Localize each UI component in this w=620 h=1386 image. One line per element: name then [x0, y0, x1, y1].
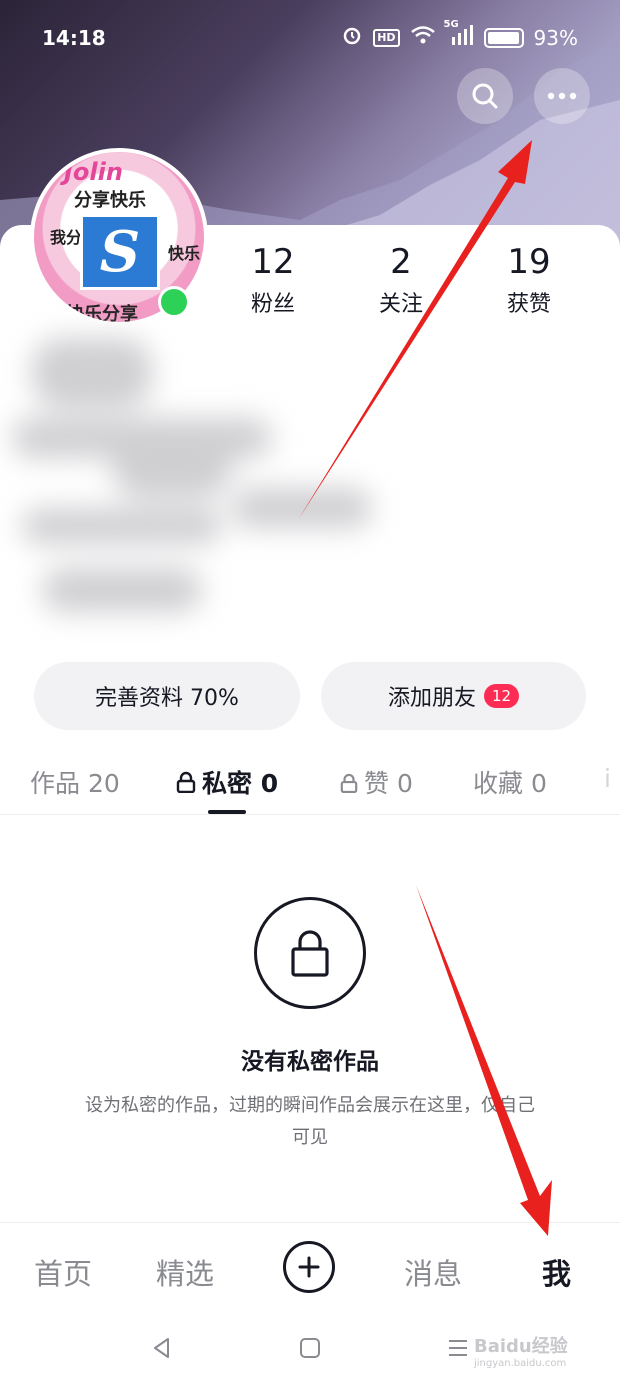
- complete-profile-label: 完善资料 70%: [95, 686, 239, 711]
- following-label: 关注: [378, 292, 423, 317]
- tab-liked[interactable]: 赞 0: [340, 764, 413, 800]
- add-friends-button[interactable]: 添加朋友 12: [321, 662, 586, 730]
- hd-icon: HD: [373, 28, 400, 47]
- followers-count: 12: [251, 242, 295, 282]
- avatar-text-left: 我分: [50, 228, 83, 247]
- avatar-text-top: 分享快乐: [74, 190, 146, 211]
- wifi-icon: [410, 25, 436, 50]
- likes-count: 19: [507, 242, 551, 282]
- watermark-brand: Baidu经验: [474, 1336, 568, 1357]
- following-count: 2: [390, 242, 412, 282]
- watermark-url: jingyan.baidu.com: [474, 1358, 567, 1369]
- likes-label: 获赞: [506, 292, 551, 317]
- search-icon: [472, 83, 498, 109]
- battery-icon: [483, 27, 524, 48]
- status-bar: 14:18 HD 5G 93%: [0, 19, 620, 54]
- followers-label: 粉丝: [250, 292, 295, 317]
- tab-private[interactable]: 私密 0: [176, 764, 278, 800]
- lock-icon: [176, 771, 196, 794]
- status-time: 14:18: [42, 26, 106, 50]
- tab-works-label: 作品 20: [30, 769, 120, 798]
- battery-level: 93%: [533, 25, 578, 50]
- empty-state-lock-icon: [254, 897, 366, 1009]
- avatar-text-right: 快乐: [168, 244, 201, 263]
- create-button[interactable]: [283, 1241, 335, 1293]
- tab-more-label: i: [604, 764, 611, 793]
- tab-favorites[interactable]: 收藏 0: [473, 764, 547, 800]
- avatar-logo: S: [80, 214, 160, 290]
- tab-private-label: 私密 0: [202, 769, 279, 798]
- home-icon[interactable]: [298, 1336, 322, 1360]
- empty-state-description: 设为私密的作品，过期的瞬间作品会展示在这里，仅自己可见: [85, 1095, 535, 1148]
- stat-following[interactable]: 2 关注: [346, 240, 456, 318]
- tab-liked-label: 赞 0: [364, 769, 413, 798]
- empty-state-title: 没有私密作品: [241, 1049, 379, 1075]
- profile-tabs: 作品 20 私密 0 赞 0 收藏 0 i: [0, 758, 620, 815]
- baidu-watermark: Baidu经验 jingyan.baidu.com: [474, 1332, 568, 1369]
- active-tab-indicator: [208, 810, 246, 814]
- stat-likes[interactable]: 19 获赞: [474, 240, 584, 318]
- menu-icon[interactable]: [446, 1336, 470, 1360]
- online-status-dot: [158, 286, 190, 318]
- stat-followers[interactable]: 12 粉丝: [218, 240, 328, 318]
- signal-icon: 5G: [444, 19, 474, 50]
- add-friends-label: 添加朋友: [387, 686, 476, 711]
- alarm-icon: [341, 24, 363, 51]
- nav-me[interactable]: 我: [542, 1251, 571, 1293]
- plus-icon: [298, 1256, 320, 1278]
- complete-profile-button[interactable]: 完善资料 70%: [34, 662, 300, 730]
- back-icon[interactable]: [150, 1336, 174, 1360]
- tab-more[interactable]: i: [604, 764, 611, 793]
- search-button[interactable]: [457, 68, 513, 124]
- more-dots-icon: [547, 92, 577, 100]
- more-options-button[interactable]: [534, 68, 590, 124]
- bottom-navigation: 首页 精选 消息 我: [0, 1222, 620, 1313]
- avatar-brand-text: Jolin: [64, 158, 123, 186]
- blurred-profile-info: [12, 338, 392, 628]
- add-friends-badge: 12: [483, 684, 520, 708]
- nav-messages[interactable]: 消息: [404, 1251, 462, 1293]
- tab-works[interactable]: 作品 20: [30, 764, 120, 800]
- nav-featured[interactable]: 精选: [156, 1251, 214, 1293]
- network-type: 5G: [443, 19, 459, 30]
- tab-favorites-label: 收藏 0: [473, 769, 547, 798]
- lock-icon: [340, 773, 358, 794]
- nav-home[interactable]: 首页: [34, 1251, 92, 1293]
